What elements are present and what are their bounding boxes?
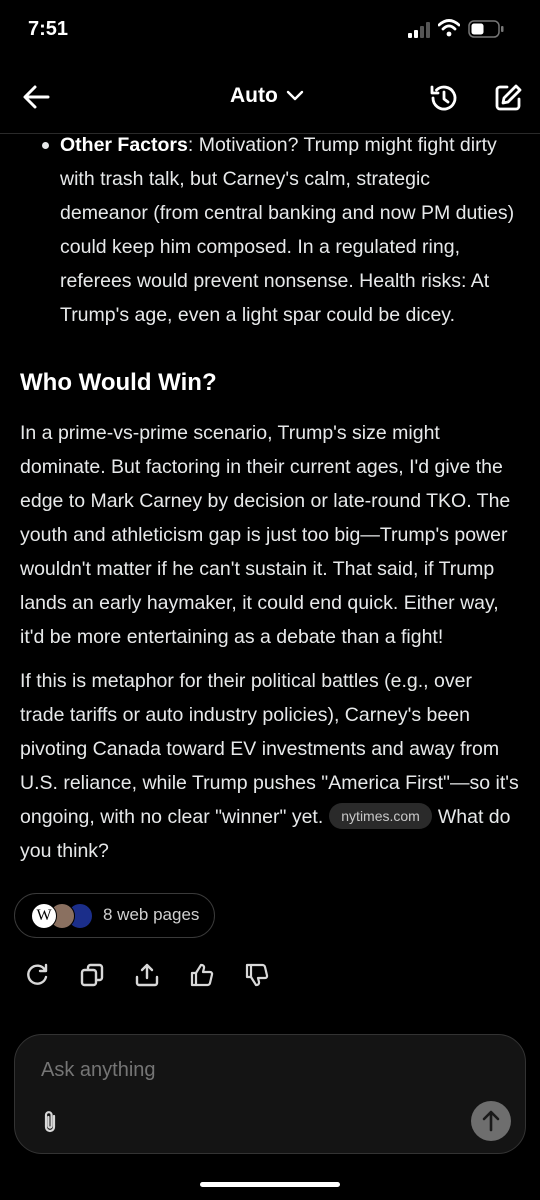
ask-anything-input[interactable] [41, 1059, 481, 1082]
wifi-icon [438, 19, 460, 37]
wikipedia-favicon-icon: W [31, 903, 57, 929]
paragraph-politics-text: If this is metaphor for their political … [20, 670, 519, 828]
paragraph-verdict: In a prime-vs-prime scenario, Trump's si… [20, 422, 511, 648]
status-bar: 7:51 [0, 0, 540, 60]
model-label: Auto [230, 84, 278, 107]
assistant-message: Other Factors: Motivation? Trump might f… [20, 128, 520, 868]
arrow-up-icon [482, 1110, 500, 1132]
bullet-title: Other Factors [60, 134, 188, 156]
bullet-item-other-factors: Other Factors: Motivation? Trump might f… [20, 128, 520, 332]
bullet-dot [42, 142, 49, 149]
back-arrow-icon[interactable] [20, 82, 52, 112]
sources-count-label: 8 web pages [103, 905, 200, 924]
section-heading: Who Would Win? [20, 369, 217, 396]
thumbs-up-icon[interactable] [189, 962, 215, 988]
status-time: 7:51 [28, 18, 69, 40]
compose-edit-icon[interactable] [492, 82, 524, 114]
regenerate-icon[interactable] [24, 962, 50, 988]
battery-icon [468, 20, 504, 38]
paperclip-icon[interactable] [39, 1109, 61, 1135]
bullet-text: : Motivation? Trump might fight dirty wi… [60, 134, 515, 326]
copy-icon[interactable] [79, 962, 105, 988]
history-icon[interactable] [428, 82, 460, 114]
source-chip-nytimes[interactable]: nytimes.com [329, 803, 432, 829]
paragraph-politics: If this is metaphor for their political … [20, 664, 520, 868]
composer [14, 1034, 526, 1154]
home-indicator [200, 1182, 340, 1187]
share-icon[interactable] [134, 962, 160, 988]
send-button[interactable] [471, 1101, 511, 1141]
message-actions [0, 962, 540, 988]
chevron-down-icon [286, 90, 304, 101]
web-sources-button[interactable]: W 8 web pages [14, 893, 215, 938]
thumbs-down-icon[interactable] [244, 962, 270, 988]
model-selector[interactable]: Auto [230, 84, 304, 108]
top-nav: Auto [0, 60, 540, 134]
cellular-signal-icon [408, 22, 430, 38]
